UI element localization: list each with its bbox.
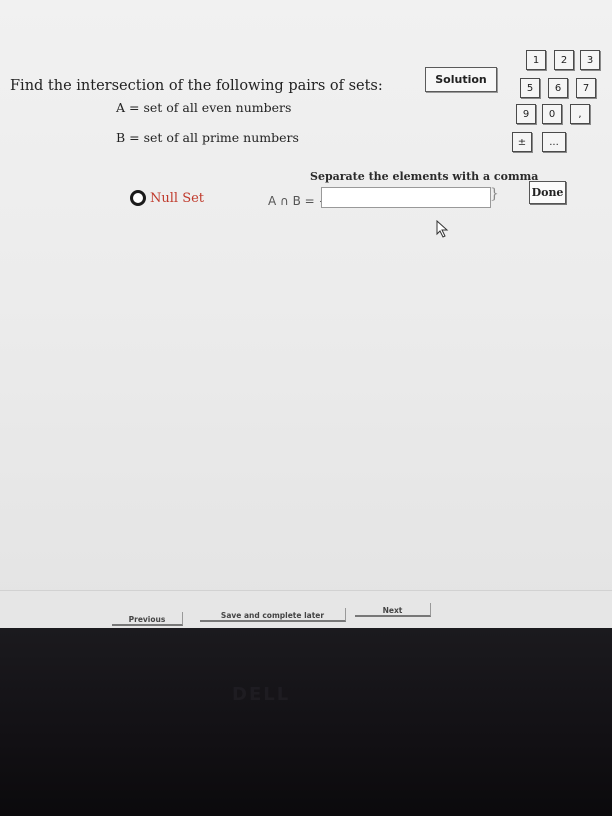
- monitor-bezel: [0, 628, 612, 816]
- key-ellipsis[interactable]: ...: [542, 132, 566, 152]
- mouse-cursor-icon: [436, 220, 449, 238]
- answer-hint: Separate the elements with a comma: [310, 170, 539, 183]
- null-set-label: Null Set: [150, 190, 205, 206]
- null-set-option[interactable]: Null Set: [130, 190, 204, 206]
- monitor-logo: DELL: [232, 684, 291, 705]
- screen: Find the intersection of the following p…: [0, 0, 612, 650]
- key-7[interactable]: 7: [576, 78, 596, 98]
- next-button[interactable]: Next: [355, 603, 431, 617]
- answer-input[interactable]: [321, 187, 491, 208]
- intersection-expression: A ∩ B = {: [268, 194, 327, 208]
- set-a-definition: A = set of all even numbers: [116, 100, 292, 115]
- key-3[interactable]: 3: [580, 50, 600, 70]
- key-2[interactable]: 2: [554, 50, 574, 70]
- key-6[interactable]: 6: [548, 78, 568, 98]
- key-1[interactable]: 1: [526, 50, 546, 70]
- number-keypad: 1 2 3 5 6 7 9 0 , ± ...: [508, 44, 612, 154]
- done-button[interactable]: Done: [529, 181, 566, 204]
- key-9[interactable]: 9: [516, 104, 536, 124]
- previous-button[interactable]: Previous: [112, 612, 183, 626]
- key-0[interactable]: 0: [542, 104, 562, 124]
- key-comma[interactable]: ,: [570, 104, 590, 124]
- radio-icon[interactable]: [130, 190, 146, 206]
- question-title: Find the intersection of the following p…: [10, 78, 383, 94]
- key-5[interactable]: 5: [520, 78, 540, 98]
- save-complete-later-button[interactable]: Save and complete later: [200, 608, 346, 622]
- set-b-definition: B = set of all prime numbers: [116, 130, 299, 145]
- key-plus-minus[interactable]: ±: [512, 132, 532, 152]
- closing-brace: }: [490, 186, 499, 202]
- solution-button[interactable]: Solution: [425, 67, 497, 92]
